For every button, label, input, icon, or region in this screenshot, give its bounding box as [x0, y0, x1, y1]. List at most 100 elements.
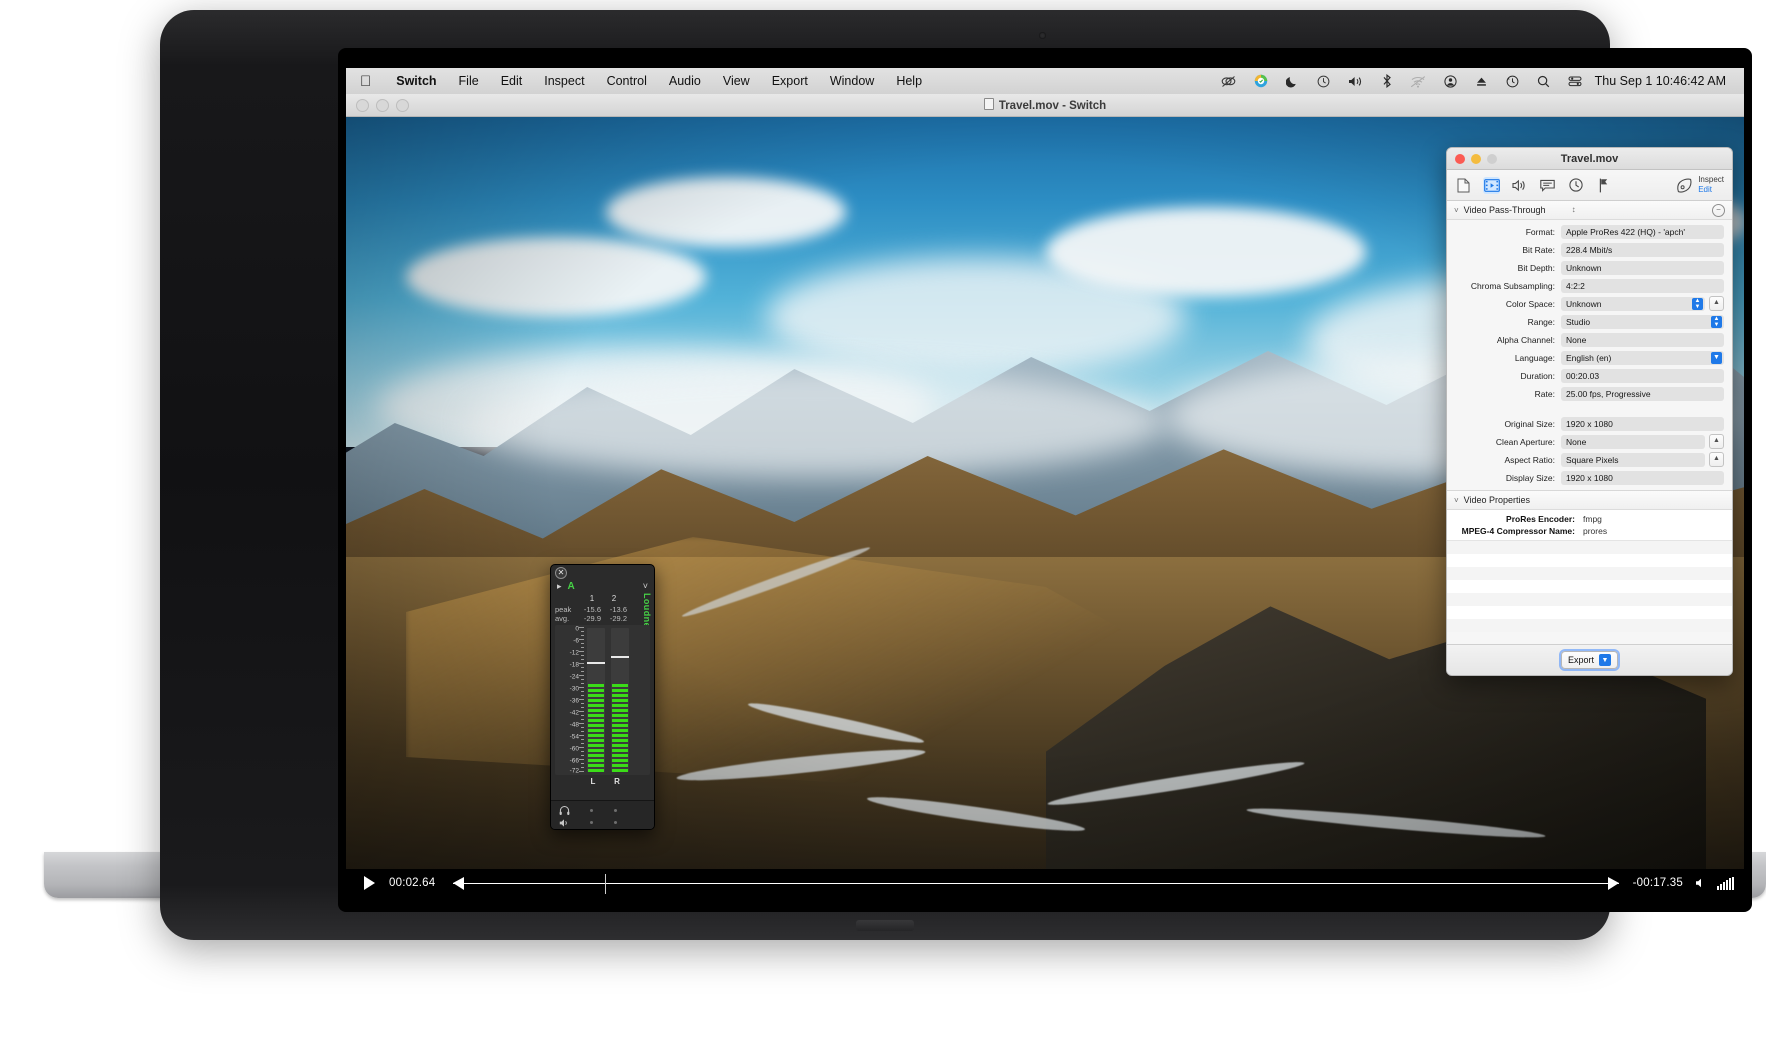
expand-up-button[interactable]: ▲ [1709, 296, 1724, 311]
marker-flag-icon[interactable] [1595, 177, 1612, 194]
drive-sync-icon[interactable] [1245, 74, 1277, 88]
field-aspect-ratio[interactable]: Aspect Ratio: Square Pixels ▲ [1447, 452, 1732, 467]
empty-row [1447, 541, 1732, 554]
meter-segment [612, 699, 628, 702]
apple-icon[interactable]:  [360, 74, 371, 89]
creative-cloud-icon[interactable] [1212, 75, 1245, 88]
volume-control[interactable] [1695, 876, 1734, 890]
control-center-icon[interactable] [1559, 75, 1591, 88]
menu-item-file[interactable]: File [448, 68, 490, 94]
scrubber-out-marker[interactable] [1608, 876, 1619, 890]
meter-segment [588, 749, 604, 752]
field-value-popup[interactable]: Unknown ▲ ▼ [1561, 296, 1705, 311]
expand-up-button[interactable]: ▲ [1709, 434, 1724, 449]
menu-item-edit[interactable]: Edit [490, 68, 534, 94]
menu-item-help[interactable]: Help [885, 68, 933, 94]
field-display-size: Display Size: 1920 x 1080 [1447, 470, 1732, 485]
play-icon[interactable] [364, 876, 375, 890]
user-account-icon[interactable] [1435, 74, 1466, 88]
field-language[interactable]: Language: English (en) ▼ [1447, 350, 1732, 365]
volume-bars[interactable] [1717, 876, 1734, 890]
scale-tick [581, 727, 584, 728]
stat-value: -29.9 [583, 614, 601, 623]
chevron-down-icon[interactable]: ˅ [1454, 496, 1459, 505]
field-value-popup[interactable]: English (en) ▼ [1561, 350, 1724, 365]
field-label: Language: [1514, 352, 1555, 363]
inspector-window[interactable]: Travel.mov Inspect Edit ˅ Video Pass-Thr… [1446, 147, 1733, 676]
mode-edit-label[interactable]: Edit [1698, 185, 1724, 195]
chevron-down-icon[interactable]: ▼ [1711, 351, 1722, 364]
menu-item-switch[interactable]: Switch [385, 68, 447, 94]
meter-channel-labels: L R [551, 775, 654, 786]
video-properties-list: ProRes Encoder: fmpg MPEG-4 Compressor N… [1447, 510, 1732, 540]
eject-icon[interactable] [1466, 75, 1497, 88]
meter-segment [588, 724, 604, 727]
scrubber-in-marker[interactable] [453, 876, 464, 890]
minus-circle-icon[interactable]: − [1712, 203, 1725, 217]
disclosure-arrow-icon[interactable]: ▸ [557, 581, 562, 592]
menu-item-window[interactable]: Window [819, 68, 885, 94]
video-window-titlebar[interactable]: Travel.mov - Switch [346, 94, 1744, 117]
menu-item-export[interactable]: Export [761, 68, 819, 94]
clock-history-icon[interactable] [1497, 75, 1528, 88]
scale-tick [579, 723, 584, 724]
inspect-pointer-icon[interactable] [1676, 177, 1693, 194]
up-down-stepper-icon[interactable]: ↕ [1572, 206, 1576, 214]
field-value: 1920 x 1080 [1561, 470, 1724, 485]
screen:  Switch File Edit Inspect Control Audio… [346, 68, 1744, 896]
spotlight-search-icon[interactable] [1528, 75, 1559, 88]
field-value-popup[interactable]: Studio ▲ ▼ [1561, 314, 1724, 329]
do-not-disturb-moon-icon[interactable] [1277, 75, 1308, 88]
scale-tick [581, 683, 584, 684]
audio-speaker-icon[interactable] [1511, 177, 1528, 194]
audio-meter-panel[interactable]: ✕ ▸ A ˅ Loudness 1 2 peak -15.6 -13.6 av… [550, 564, 655, 830]
menubar-clock[interactable]: Thu Sep 1 10:46:42 AM [1591, 74, 1736, 88]
meter-segment [612, 744, 628, 747]
indicator-dot [590, 821, 593, 824]
meter-segment [612, 764, 628, 767]
laptop-lid:  Switch File Edit Inspect Control Audio… [160, 10, 1752, 940]
field-range[interactable]: Range: Studio ▲ ▼ [1447, 314, 1732, 329]
field-format: Format: Apple ProRes 422 (HQ) - 'apch' [1447, 224, 1732, 239]
bluetooth-icon[interactable] [1373, 74, 1401, 88]
mode-labels[interactable]: Inspect Edit [1698, 175, 1724, 195]
subtitle-icon[interactable] [1539, 177, 1556, 194]
scrubber[interactable] [453, 873, 1619, 894]
headphones-icon[interactable] [559, 805, 570, 816]
inspector-titlebar[interactable]: Travel.mov [1447, 148, 1732, 170]
document-icon[interactable] [1455, 177, 1472, 194]
time-machine-icon[interactable] [1308, 75, 1339, 88]
menu-item-control[interactable]: Control [596, 68, 658, 94]
up-down-stepper-icon[interactable]: ▲ ▼ [1711, 315, 1722, 328]
timecode-clock-icon[interactable] [1567, 177, 1584, 194]
chevron-down-icon[interactable]: ˅ [1454, 206, 1459, 215]
export-button[interactable]: Export ▼ [1560, 651, 1618, 669]
chevron-down-icon[interactable]: ˅ [643, 581, 648, 591]
field-color-space[interactable]: Color Space: Unknown ▲ ▼ ▲ [1447, 296, 1732, 311]
meter-segment [612, 769, 628, 772]
up-down-stepper-icon[interactable]: ▲ ▼ [1692, 297, 1703, 310]
meter-segment [612, 724, 628, 727]
film-video-icon[interactable] [1483, 176, 1500, 194]
scale-label: -42 [569, 709, 579, 717]
meter-titlebar: ✕ [551, 565, 654, 579]
field-clean-aperture[interactable]: Clean Aperture: None ▲ [1447, 434, 1732, 449]
wifi-off-icon[interactable] [1401, 75, 1435, 88]
playhead[interactable] [604, 873, 606, 894]
close-icon[interactable]: ✕ [555, 567, 567, 579]
volume-icon[interactable] [1339, 75, 1373, 88]
inspector-mode-switch[interactable]: Inspect Edit [1676, 175, 1724, 195]
menu-item-audio[interactable]: Audio [658, 68, 712, 94]
section-header-video-pass-through[interactable]: ˅ Video Pass-Through ↕ − [1447, 201, 1732, 220]
meter-segment [588, 744, 604, 747]
section-header-video-properties[interactable]: ˅ Video Properties [1447, 490, 1732, 510]
mode-inspect-label[interactable]: Inspect [1698, 175, 1724, 185]
meter-segment [612, 714, 628, 717]
meter-segment [588, 684, 604, 687]
menu-item-inspect[interactable]: Inspect [533, 68, 595, 94]
chevron-down-icon[interactable]: ▼ [1599, 654, 1611, 666]
speaker-icon[interactable] [559, 818, 570, 828]
indicator-dot [590, 809, 593, 812]
expand-up-button[interactable]: ▲ [1709, 452, 1724, 467]
menu-item-view[interactable]: View [712, 68, 761, 94]
